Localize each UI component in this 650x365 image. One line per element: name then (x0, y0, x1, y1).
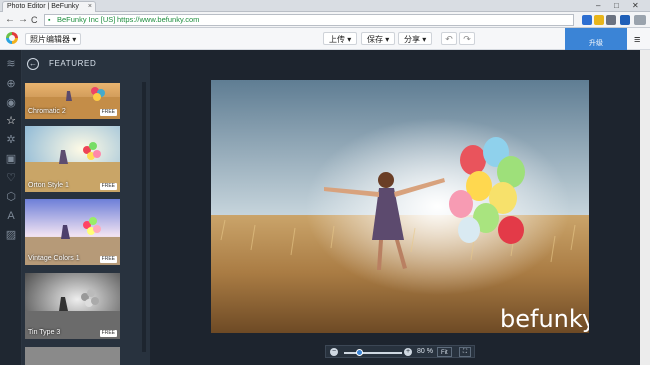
effect-name: Chromatic 2 (28, 108, 66, 115)
free-badge: FREE (99, 330, 117, 337)
free-badge: FREE (99, 256, 117, 263)
back-icon[interactable]: ← (5, 14, 15, 26)
ev-organization: BeFunky Inc [US] (57, 15, 116, 24)
star-bookmark-icon[interactable] (594, 15, 604, 25)
lock-icon: ▪ (48, 17, 51, 24)
url-text[interactable]: https://www.befunky.com (117, 15, 199, 25)
zoom-slider-handle[interactable] (356, 349, 363, 356)
tab-title: Photo Editor | BeFunky (7, 3, 79, 10)
main-photo[interactable]: befunky (211, 80, 589, 333)
eye-icon[interactable]: ◉ (5, 97, 17, 109)
zoom-bar: − + 80 % Fit ⛶ (325, 345, 475, 358)
effect-tile-vintage-colors-1[interactable]: Vintage Colors 1 FREE (25, 199, 120, 265)
gear-icon[interactable]: ✲ (5, 134, 17, 146)
extension-icon[interactable] (606, 15, 616, 25)
star-icon[interactable]: ☆ (5, 115, 17, 127)
effect-tile-next[interactable] (25, 347, 120, 365)
save-menu-button[interactable]: 保存 ▾ (361, 32, 396, 45)
hamburger-menu-icon[interactable]: ≡ (634, 34, 640, 46)
tab-close-icon[interactable]: × (88, 2, 92, 12)
effect-tile-tin-type-3[interactable]: Tin Type 3 FREE (25, 273, 120, 339)
zoom-out-icon[interactable]: − (330, 348, 338, 356)
zoom-slider-track[interactable] (344, 352, 402, 354)
panel-title: FEATURED (49, 59, 97, 68)
fullscreen-icon[interactable]: ⛶ (459, 347, 471, 357)
extension-blue-icon[interactable] (620, 15, 630, 25)
effect-thumbnail (25, 347, 120, 365)
maximize-icon[interactable]: □ (614, 1, 619, 11)
minimize-icon[interactable]: – (596, 1, 600, 11)
zoom-value: 80 % (417, 348, 433, 355)
close-window-icon[interactable]: ✕ (632, 1, 639, 11)
effect-tile-chromatic-2[interactable]: Chromatic 2 FREE (25, 83, 120, 119)
forward-icon[interactable]: → (18, 14, 28, 26)
redo-icon[interactable]: ↷ (459, 32, 475, 45)
layers-icon[interactable]: ≋ (5, 58, 17, 70)
free-badge: FREE (99, 183, 117, 190)
browser-titlebar: Photo Editor | BeFunky × – □ ✕ (0, 0, 650, 12)
page-scrollbar[interactable] (640, 50, 650, 365)
shield-icon[interactable] (582, 15, 592, 25)
address-bar[interactable]: ▪ BeFunky Inc [US] https://www.befunky.c… (44, 14, 574, 26)
tool-rail: ≋ ⊕ ◉ ☆ ✲ ▣ ♡ ⬡ A ▨ (0, 50, 22, 365)
effect-name: Orton Style 1 (28, 182, 69, 189)
heart-icon[interactable]: ♡ (5, 172, 17, 184)
fit-button[interactable]: Fit (437, 347, 452, 357)
text-icon[interactable]: A (5, 210, 17, 222)
frame-icon[interactable]: ▣ (5, 153, 17, 165)
share-menu-button[interactable]: 分享 ▾ (398, 32, 433, 45)
browser-navbar: ← → C ▪ BeFunky Inc [US] https://www.bef… (0, 12, 650, 28)
panel-scrollbar[interactable] (142, 82, 146, 352)
effect-name: Tin Type 3 (28, 329, 61, 336)
effect-tile-orton-style-1[interactable]: Orton Style 1 FREE (25, 126, 120, 192)
upgrade-label: 升级 (589, 40, 603, 47)
browser-tab[interactable]: Photo Editor | BeFunky × (2, 1, 96, 12)
befunky-watermark: befunky (500, 305, 589, 333)
zoom-in-icon[interactable]: + (404, 348, 412, 356)
reload-icon[interactable]: C (31, 14, 38, 26)
free-badge: FREE (99, 109, 117, 116)
back-arrow-icon[interactable]: ← (27, 58, 39, 70)
befunky-logo-icon[interactable] (6, 32, 18, 44)
undo-icon[interactable]: ↶ (441, 32, 457, 45)
browser-menu-icon[interactable] (634, 15, 646, 25)
effect-name: Vintage Colors 1 (28, 255, 80, 262)
app-toolbar: 照片编辑器 ▾ 上传 ▾ 保存 ▾ 分享 ▾ ↶ ↷ (0, 28, 650, 50)
adjust-icon[interactable]: ⊕ (5, 78, 17, 90)
upload-menu-button[interactable]: 上传 ▾ (323, 32, 358, 45)
shape-icon[interactable]: ⬡ (5, 191, 17, 203)
mode-select[interactable]: 照片编辑器 ▾ (25, 33, 82, 45)
texture-icon[interactable]: ▨ (5, 229, 17, 241)
